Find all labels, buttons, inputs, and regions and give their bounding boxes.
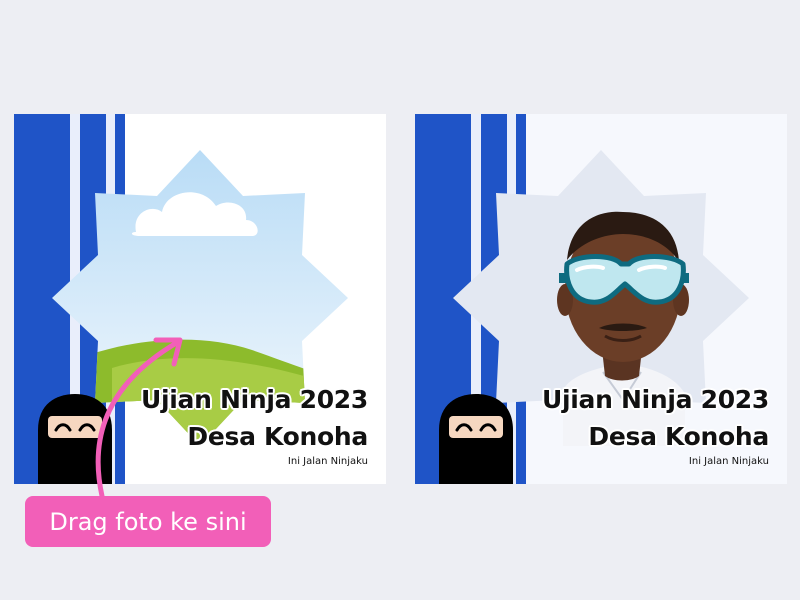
twibbon-frame-template: Ujian Ninja 2023 Desa Konoha Ini Jalan N… bbox=[14, 114, 386, 484]
twibbon-frame-preview: Ujian Ninja 2023 Desa Konoha Ini Jalan N… bbox=[415, 114, 787, 484]
drag-photo-hint: Drag foto ke sini bbox=[25, 496, 271, 547]
frame-title-line2: Desa Konoha bbox=[588, 422, 769, 451]
frame-subtitle: Ini Jalan Ninjaku bbox=[688, 456, 769, 467]
curved-arrow-icon bbox=[95, 337, 183, 499]
frame-title-line2: Desa Konoha bbox=[187, 422, 368, 451]
ninja-mascot bbox=[431, 390, 521, 484]
frame-title-line1: Ujian Ninja 2023 bbox=[541, 385, 769, 414]
frame-subtitle: Ini Jalan Ninjaku bbox=[287, 456, 368, 467]
